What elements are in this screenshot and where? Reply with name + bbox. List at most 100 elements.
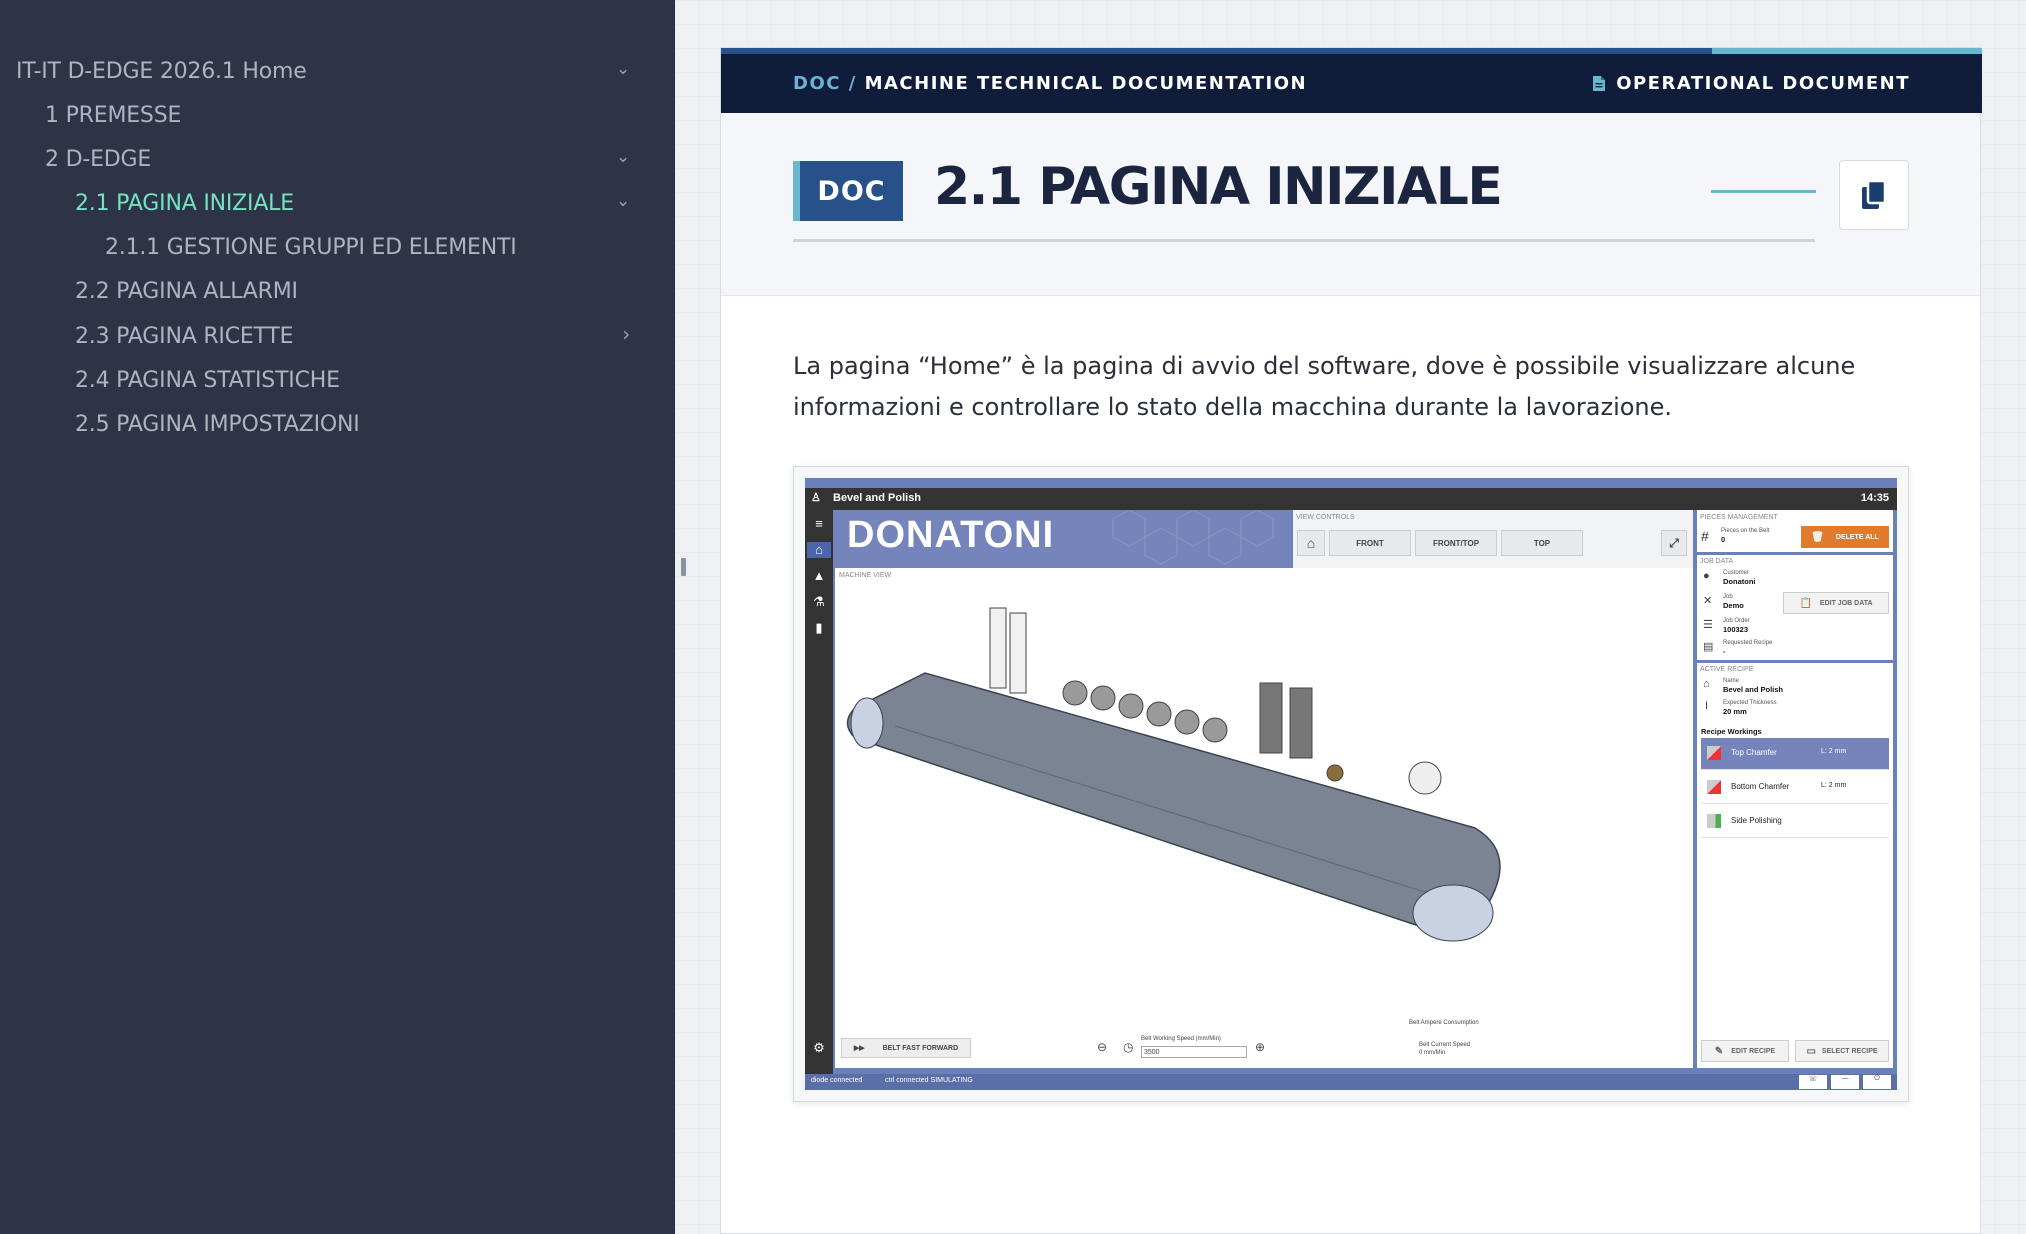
support-button[interactable]: ☏ [1799, 1075, 1827, 1089]
working-value: L: 2 mm [1821, 782, 1847, 789]
diode-status: diode connected [811, 1077, 863, 1084]
recipe-working-row[interactable]: Side Polishing [1701, 806, 1889, 838]
job-label: Job [1723, 594, 1733, 600]
doc-badge: DOC [793, 161, 903, 221]
panel-divider [1697, 660, 1893, 663]
select-recipe-button[interactable]: ▭ SELECT RECIPE [1795, 1040, 1889, 1062]
thickness-value: 20 mm [1723, 707, 1747, 716]
belt-speed-label: Belt Working Speed (mm/Min) [1141, 1036, 1221, 1042]
recipe-workings-label: Recipe Workings [1701, 727, 1762, 736]
document-card: DOC / MACHINE TECHNICAL DOCUMENTATION OP… [720, 47, 1982, 1234]
flask-icon[interactable]: ⚗ [811, 594, 827, 610]
machine-view-label: MACHINE VIEW [839, 572, 892, 579]
user-icon: ● [1703, 570, 1710, 582]
working-swatch-icon [1707, 814, 1721, 828]
sidebar-item-pagina-allarmi[interactable]: 2.2 PAGINA ALLARMI [0, 271, 650, 311]
view-front-button[interactable]: FRONT [1329, 530, 1411, 556]
requested-recipe-label: Requested Recipe [1723, 640, 1773, 646]
sidebar-item-home[interactable]: IT-IT D-EDGE 2026.1 Home ⌄ [0, 51, 650, 91]
working-value: L: 2 mm [1821, 748, 1847, 755]
ctrl-status: ctrl connected SIMULATING [885, 1077, 973, 1084]
chevron-down-icon[interactable]: ⌄ [616, 59, 630, 79]
recipe-name-label: Name [1723, 678, 1740, 684]
delete-all-label: DELETE ALL [1835, 533, 1879, 541]
sidebar-item-d-edge[interactable]: 2 D-EDGE ⌄ [0, 139, 650, 179]
bar-chart-icon[interactable]: ▮ [811, 620, 827, 636]
sidebar-item-gestione-gruppi[interactable]: 2.1.1 GESTIONE GRUPPI ED ELEMENTI [0, 227, 650, 267]
machine-3d-render [846, 607, 1501, 942]
app-logo: DONATONI [847, 514, 1055, 556]
thickness-icon: I [1705, 700, 1709, 712]
sidebar-item-label: 2.1.1 GESTIONE GRUPPI ED ELEMENTI [105, 234, 517, 260]
document-icon: ▤ [1703, 641, 1714, 653]
chevron-down-icon[interactable]: ⌄ [616, 191, 630, 211]
recipe-name-value: Bevel and Polish [1723, 685, 1784, 694]
job-order-value: 100323 [1723, 625, 1749, 634]
gear-icon[interactable]: ⚙ [811, 1040, 827, 1056]
home-icon[interactable]: ⌂ [807, 542, 831, 558]
pieces-on-belt-label: Pieces on the Belt [1721, 528, 1770, 534]
view-front-top-button[interactable]: FRONT/TOP [1415, 530, 1497, 556]
sidebar-nav: IT-IT D-EDGE 2026.1 Home ⌄ 1 PREMESSE 2 … [0, 0, 675, 1234]
pieces-management-label: PIECES MANAGEMENT [1700, 514, 1778, 521]
breadcrumb-doc-link[interactable]: DOC / [793, 73, 857, 94]
requested-recipe-value: - [1723, 647, 1726, 656]
title-underline [793, 239, 1815, 242]
page-title: 2.1 PAGINA INIZIALE [934, 157, 1503, 217]
recipe-working-row[interactable]: Bottom Chamfer L: 2 mm [1701, 772, 1889, 804]
document-topbar: DOC / MACHINE TECHNICAL DOCUMENTATION OP… [721, 48, 1982, 113]
trash-icon: 🗑 [1811, 531, 1824, 543]
warning-icon[interactable]: ▲ [811, 568, 827, 584]
power-button[interactable]: ⏻ [1863, 1075, 1891, 1089]
view-controls-label: VIEW CONTROLS [1296, 514, 1355, 521]
right-info-panel: PIECES MANAGEMENT # Pieces on the Belt 0… [1697, 510, 1893, 1068]
clock-icon: ◷ [1123, 1040, 1134, 1054]
sidebar-item-pagina-ricette[interactable]: 2.3 PAGINA RICETTE › [0, 316, 650, 356]
edit-recipe-label: EDIT RECIPE [1731, 1047, 1776, 1055]
chevron-right-icon[interactable]: › [622, 322, 630, 346]
app-icon: ♙ [811, 492, 821, 504]
select-recipe-label: SELECT RECIPE [1821, 1047, 1878, 1055]
machine-view: MACHINE VIEW ▶▶ BELT FAST FORWARD ⊖ ◷ Be… [833, 568, 1693, 1068]
recipe-working-row[interactable]: Top Chamfer L: 2 mm [1701, 738, 1889, 770]
breadcrumb: DOC / MACHINE TECHNICAL DOCUMENTATION [793, 73, 1307, 94]
sidebar-resize-handle[interactable] [681, 558, 686, 576]
document-header: DOC 2.1 PAGINA INIZIALE [721, 113, 1980, 296]
sidebar-item-label: 2.3 PAGINA RICETTE [75, 323, 294, 349]
sidebar-item-label: 2.4 PAGINA STATISTICHE [75, 367, 340, 393]
decrease-speed-button[interactable]: ⊖ [1097, 1040, 1107, 1054]
fullscreen-button[interactable]: ⤢ [1661, 530, 1687, 556]
folder-icon: ▭ [1806, 1045, 1816, 1057]
view-home-button[interactable]: ⌂ [1297, 530, 1325, 556]
app-window: ♙ Bevel and Polish 14:35 ≡ ⌂ ▲ ⚗ ▮ ⚙ DON… [805, 478, 1897, 1090]
belt-ampere-label: Belt Ampere Consumption [1409, 1020, 1479, 1026]
panel-divider [1697, 552, 1893, 555]
belt-speed-input[interactable] [1141, 1046, 1247, 1058]
sidebar-item-premesse[interactable]: 1 PREMESSE [0, 95, 650, 135]
increase-speed-button[interactable]: ⊕ [1255, 1040, 1265, 1054]
document-type-label: OPERATIONAL DOCUMENT [1616, 73, 1910, 94]
sidebar-item-pagina-iniziale[interactable]: 2.1 PAGINA INIZIALE ⌄ [0, 183, 650, 223]
delete-all-button[interactable]: 🗑 DELETE ALL [1801, 526, 1889, 548]
menu-icon[interactable]: ≡ [811, 516, 827, 532]
app-title: Bevel and Polish [833, 492, 922, 504]
intro-paragraph: La pagina “Home” è la pagina di avvio de… [793, 352, 1856, 421]
customer-label: Customer [1723, 570, 1750, 576]
belt-fast-forward-button[interactable]: ▶▶ BELT FAST FORWARD [841, 1038, 971, 1058]
sidebar-item-label: 2.5 PAGINA IMPOSTAZIONI [75, 411, 360, 437]
edit-recipe-button[interactable]: ✎ EDIT RECIPE [1701, 1040, 1789, 1062]
minimize-button[interactable]: — [1831, 1075, 1859, 1089]
chevron-down-icon[interactable]: ⌄ [616, 147, 630, 167]
job-order-label: Job Order [1723, 618, 1750, 624]
copy-button[interactable] [1839, 160, 1909, 230]
sidebar-item-pagina-impostazioni[interactable]: 2.5 PAGINA IMPOSTAZIONI [0, 404, 650, 444]
edit-job-data-button[interactable]: 📋 EDIT JOB DATA [1783, 592, 1889, 614]
home-page-screenshot: ♙ Bevel and Polish 14:35 ≡ ⌂ ▲ ⚗ ▮ ⚙ DON… [793, 466, 1909, 1102]
expand-icon: ⤢ [1669, 535, 1679, 550]
view-top-button[interactable]: TOP [1501, 530, 1583, 556]
topbar-accent [1712, 48, 1982, 54]
list-icon: ☰ [1703, 619, 1713, 631]
working-swatch-icon [1707, 746, 1721, 760]
thickness-label: Expected Thickness [1723, 700, 1777, 706]
sidebar-item-pagina-statistiche[interactable]: 2.4 PAGINA STATISTICHE [0, 360, 650, 400]
